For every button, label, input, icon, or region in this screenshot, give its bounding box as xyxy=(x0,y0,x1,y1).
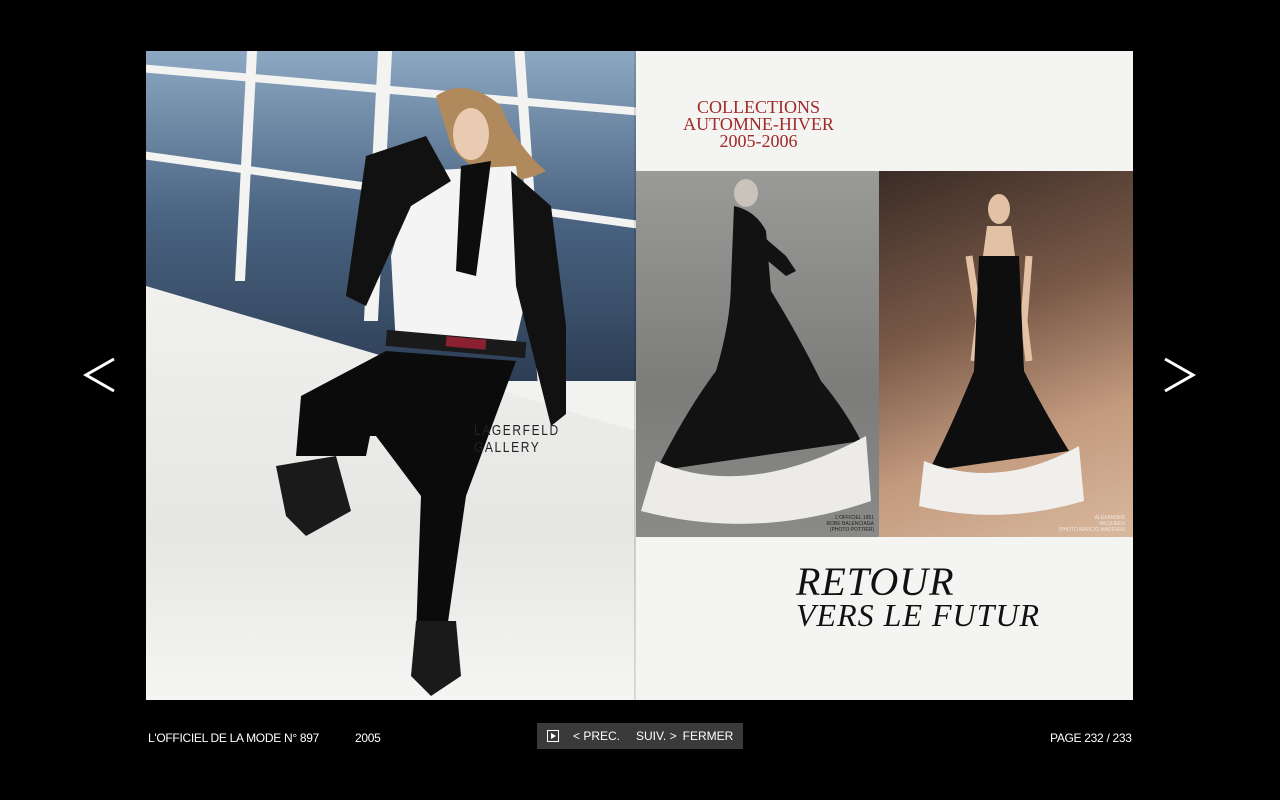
right-page: COLLECTIONS AUTOMNE-HIVER 2005-2006 L'OF… xyxy=(636,51,1133,700)
gown-figure-bw xyxy=(641,179,871,524)
photo-caption: ALEXANDER MCQUEEN (PHOTO MARCIO MADEIRA) xyxy=(1058,515,1125,533)
balenciaga-photo: L'OFFICIEL 1951 ROBE BALENCIAGA (PHOTO P… xyxy=(636,171,879,537)
viewer-footer: L'OFFICIEL DE LA MODE N° 897 2005 < PREC… xyxy=(0,723,1280,749)
magazine-viewer: LAGERFELD GALLERY COLLECTIONS AUTOMNE-HI… xyxy=(0,0,1280,800)
section-header: COLLECTIONS AUTOMNE-HIVER 2005-2006 xyxy=(656,98,861,151)
chevron-left-icon xyxy=(82,357,115,393)
page-number: PAGE 232 / 233 xyxy=(1050,731,1132,745)
prev-button[interactable]: < PREC. xyxy=(573,729,620,743)
next-page-button[interactable] xyxy=(1157,345,1201,405)
caption-line: (PHOTO MARCIO MADEIRA) xyxy=(1058,527,1125,533)
chevron-right-icon xyxy=(1164,357,1197,393)
title-line: VERS LE FUTUR xyxy=(796,597,1041,633)
mcqueen-photo: ALEXANDER MCQUEEN (PHOTO MARCIO MADEIRA) xyxy=(879,171,1133,537)
header-line: 2005-2006 xyxy=(719,131,798,151)
model-figure xyxy=(276,88,566,696)
prev-page-button[interactable] xyxy=(78,345,122,405)
caption-line: (PHOTO POTTIER) xyxy=(829,527,874,533)
gown-figure-color xyxy=(919,194,1084,515)
left-page: LAGERFELD GALLERY xyxy=(146,51,636,700)
magazine-name: L'OFFICIEL DE LA MODE N° 897 xyxy=(148,731,319,745)
magazine-year: 2005 xyxy=(355,731,381,745)
article-title: RETOUR VERS LE FUTUR xyxy=(796,559,1041,633)
playback-controls: < PREC. SUIV. > FERMER xyxy=(537,723,743,749)
page-spread: LAGERFELD GALLERY COLLECTIONS AUTOMNE-HI… xyxy=(146,51,1133,700)
play-icon[interactable] xyxy=(547,730,559,742)
photo-row: L'OFFICIEL 1951 ROBE BALENCIAGA (PHOTO P… xyxy=(636,171,1133,537)
title-line: RETOUR xyxy=(796,559,955,604)
ad-brand-label: LAGERFELD GALLERY xyxy=(474,422,560,456)
photo-caption: L'OFFICIEL 1951 ROBE BALENCIAGA (PHOTO P… xyxy=(826,515,874,533)
close-button[interactable]: FERMER xyxy=(683,729,734,743)
next-button[interactable]: SUIV. > xyxy=(636,729,677,743)
